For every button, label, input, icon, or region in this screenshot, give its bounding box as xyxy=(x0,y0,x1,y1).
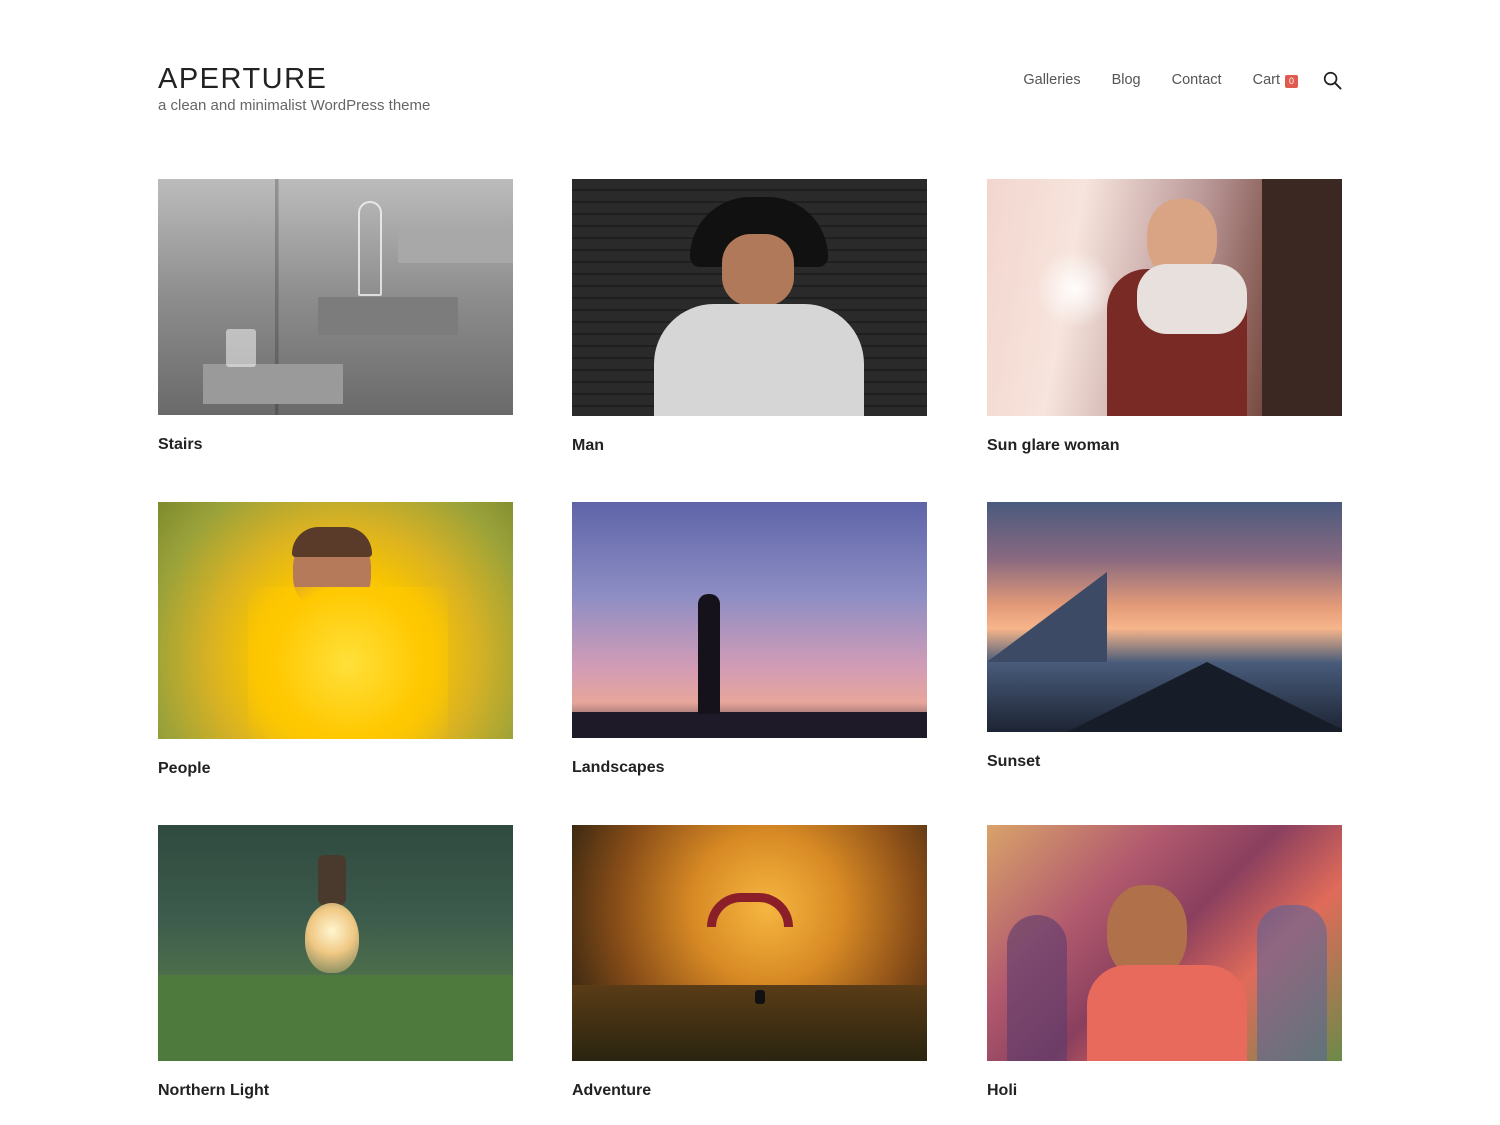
stairs-photo[interactable] xyxy=(158,179,513,415)
woman-photo[interactable] xyxy=(987,179,1342,416)
gallery-card-sun-glare-woman[interactable]: Sun glare woman xyxy=(987,179,1342,456)
gallery-card-man[interactable]: Man xyxy=(572,179,927,456)
lightbulb-photo[interactable] xyxy=(158,825,513,1061)
people-photo[interactable] xyxy=(158,502,513,739)
gallery-card-holi[interactable]: Holi xyxy=(987,825,1342,1101)
site-header: APERTURE a clean and minimalist WordPres… xyxy=(158,62,1342,122)
search-icon xyxy=(1323,71,1342,90)
gallery-card-stairs[interactable]: Stairs xyxy=(158,179,513,455)
gallery-card-adventure[interactable]: Adventure xyxy=(572,825,927,1101)
main-nav: Galleries Blog Contact Cart 0 xyxy=(1023,68,1342,92)
search-button[interactable] xyxy=(1322,70,1342,90)
gallery-card-title[interactable]: Holi xyxy=(987,1081,1342,1101)
nav-item-galleries[interactable]: Galleries xyxy=(1023,70,1080,90)
nav-item-blog[interactable]: Blog xyxy=(1112,70,1141,90)
gallery-card-title[interactable]: Sunset xyxy=(987,752,1342,772)
gallery-card-title[interactable]: Stairs xyxy=(158,435,513,455)
holi-photo[interactable] xyxy=(987,825,1342,1061)
gallery-card-people[interactable]: People xyxy=(158,502,513,779)
gallery-card-title[interactable]: Adventure xyxy=(572,1081,927,1101)
gallery-card-title[interactable]: People xyxy=(158,759,513,779)
cart-count-badge: 0 xyxy=(1285,74,1298,88)
gallery-card-title[interactable]: Northern Light xyxy=(158,1081,513,1101)
gallery-card-title[interactable]: Landscapes xyxy=(572,758,927,778)
man-photo[interactable] xyxy=(572,179,927,416)
nav-item-contact[interactable]: Contact xyxy=(1172,70,1222,90)
cart-link[interactable]: Cart 0 xyxy=(1253,70,1298,90)
cart-label: Cart xyxy=(1252,72,1280,88)
gallery-card-landscapes[interactable]: Landscapes xyxy=(572,502,927,778)
sunset-photo[interactable] xyxy=(987,502,1342,732)
gallery-card-sunset[interactable]: Sunset xyxy=(987,502,1342,772)
site-title[interactable]: APERTURE xyxy=(158,62,327,96)
gallery-card-northern-light[interactable]: Northern Light xyxy=(158,825,513,1101)
gallery-card-title[interactable]: Man xyxy=(572,436,927,456)
paraglider-photo[interactable] xyxy=(572,825,927,1061)
site-tagline: a clean and minimalist WordPress theme xyxy=(158,97,431,114)
landscape-photo[interactable] xyxy=(572,502,927,738)
gallery-card-title[interactable]: Sun glare woman xyxy=(987,436,1342,456)
